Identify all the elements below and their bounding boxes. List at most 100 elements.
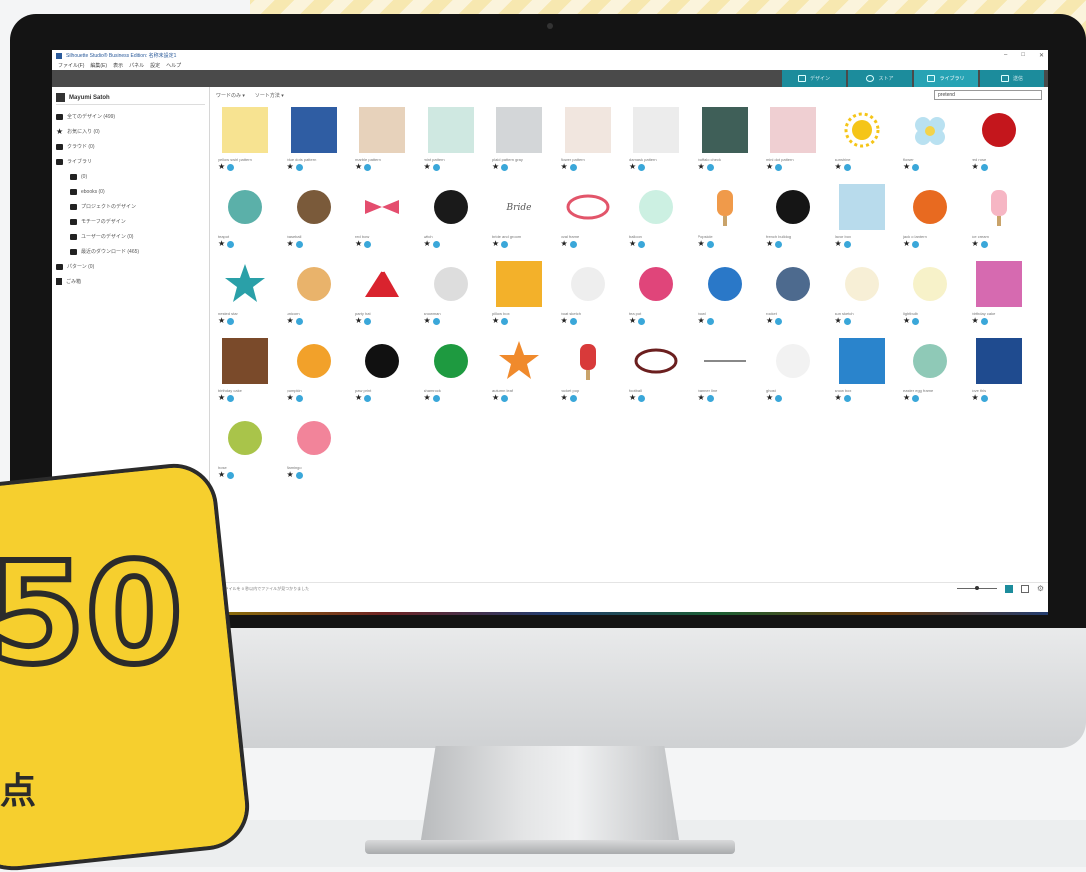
design-thumbnail[interactable] <box>424 259 478 309</box>
design-card[interactable]: pillow box ★ <box>492 259 561 336</box>
design-thumbnail[interactable] <box>355 259 409 309</box>
star-icon[interactable]: ★ <box>218 471 225 479</box>
design-thumbnail[interactable] <box>835 182 889 232</box>
design-thumbnail[interactable] <box>424 105 478 155</box>
view-dropdown[interactable]: ワードのみ ▾ <box>216 92 245 99</box>
design-card[interactable]: birthday cake ★ <box>218 336 287 413</box>
list-view-button[interactable] <box>1020 584 1029 593</box>
design-card[interactable]: mini dot pattern ★ <box>766 105 835 182</box>
star-icon[interactable]: ★ <box>424 240 431 248</box>
design-card[interactable]: blue dots pattern ★ <box>287 105 356 182</box>
sidebar-item[interactable]: ユーザーのデザイン (0) <box>56 229 205 244</box>
menu-edit[interactable]: 編集(E) <box>90 62 107 69</box>
star-icon[interactable]: ★ <box>355 317 362 325</box>
star-icon[interactable]: ★ <box>698 394 705 402</box>
design-card[interactable]: bowl ★ <box>698 259 767 336</box>
design-thumbnail[interactable] <box>903 182 957 232</box>
design-thumbnail[interactable] <box>287 336 341 386</box>
star-icon[interactable]: ★ <box>698 317 705 325</box>
design-card[interactable]: banner line ★ <box>698 336 767 413</box>
design-card[interactable]: damask pattern ★ <box>629 105 698 182</box>
star-icon[interactable]: ★ <box>766 394 773 402</box>
star-icon[interactable]: ★ <box>287 317 294 325</box>
design-thumbnail[interactable] <box>766 259 820 309</box>
grid-view-button[interactable] <box>1004 584 1013 593</box>
star-icon[interactable]: ★ <box>492 240 499 248</box>
design-thumbnail[interactable] <box>766 182 820 232</box>
design-thumbnail[interactable] <box>835 105 889 155</box>
design-thumbnail[interactable] <box>561 182 615 232</box>
star-icon[interactable]: ★ <box>766 240 773 248</box>
tab-send[interactable]: 送信 <box>980 70 1044 87</box>
design-thumbnail[interactable] <box>218 336 272 386</box>
design-thumbnail[interactable] <box>492 105 546 155</box>
sidebar-item[interactable]: モチーフのデザイン <box>56 214 205 229</box>
design-thumbnail[interactable] <box>903 105 957 155</box>
design-thumbnail[interactable] <box>287 259 341 309</box>
design-card[interactable]: sun sketch ★ <box>835 259 904 336</box>
design-card[interactable]: jack o lantern ★ <box>903 182 972 259</box>
star-icon[interactable]: ★ <box>218 394 225 402</box>
star-icon[interactable]: ★ <box>287 163 294 171</box>
sidebar-item[interactable]: プロジェクトのデザイン <box>56 199 205 214</box>
star-icon[interactable]: ★ <box>424 394 431 402</box>
design-card[interactable]: balloon ★ <box>629 182 698 259</box>
design-thumbnail[interactable] <box>835 336 889 386</box>
sidebar-item[interactable]: パターン (0) <box>56 259 205 274</box>
design-card[interactable]: autumn leaf ★ <box>492 336 561 413</box>
tab-store[interactable]: ストア <box>848 70 912 87</box>
design-thumbnail[interactable] <box>698 259 752 309</box>
star-icon[interactable]: ★ <box>629 394 636 402</box>
design-card[interactable]: flower ★ <box>903 105 972 182</box>
zoom-slider[interactable] <box>956 586 997 590</box>
design-thumbnail[interactable] <box>561 336 615 386</box>
design-card[interactable]: yellow swirl pattern ★ <box>218 105 287 182</box>
design-card[interactable]: witch ★ <box>424 182 493 259</box>
design-card[interactable]: pumpkin ★ <box>287 336 356 413</box>
star-icon[interactable]: ★ <box>218 317 225 325</box>
design-thumbnail[interactable] <box>698 182 752 232</box>
star-icon[interactable]: ★ <box>835 317 842 325</box>
design-card[interactable]: shamrock ★ <box>424 336 493 413</box>
design-card[interactable]: marble pattern ★ <box>355 105 424 182</box>
star-icon[interactable]: ★ <box>903 394 910 402</box>
sidebar-item[interactable]: ライブラリ <box>56 154 205 169</box>
design-thumbnail[interactable] <box>424 182 478 232</box>
sidebar-item[interactable]: 最近のダウンロード (465) <box>56 244 205 259</box>
design-thumbnail[interactable] <box>629 105 683 155</box>
design-card[interactable]: love this ★ <box>972 336 1041 413</box>
star-icon[interactable]: ★ <box>835 394 842 402</box>
design-thumbnail[interactable] <box>835 259 889 309</box>
design-card[interactable]: nested star ★ <box>218 259 287 336</box>
star-icon[interactable]: ★ <box>835 163 842 171</box>
menu-file[interactable]: ファイル(F) <box>58 62 84 69</box>
design-card[interactable]: mint pattern ★ <box>424 105 493 182</box>
design-thumbnail[interactable] <box>629 259 683 309</box>
star-icon[interactable]: ★ <box>355 394 362 402</box>
sort-dropdown[interactable]: ソート方法 ▾ <box>255 92 284 99</box>
design-card[interactable]: paw print ★ <box>355 336 424 413</box>
star-icon[interactable]: ★ <box>492 317 499 325</box>
design-card[interactable]: ghost ★ <box>766 336 835 413</box>
star-icon[interactable]: ★ <box>903 163 910 171</box>
star-icon[interactable]: ★ <box>561 317 568 325</box>
design-card[interactable]: plaid pattern gray ★ <box>492 105 561 182</box>
design-card[interactable]: football ★ <box>629 336 698 413</box>
design-thumbnail[interactable] <box>287 182 341 232</box>
star-icon[interactable]: ★ <box>355 240 362 248</box>
design-thumbnail[interactable] <box>903 336 957 386</box>
design-card[interactable]: rocket pop ★ <box>561 336 630 413</box>
user-header[interactable]: Mayumi Satoh <box>56 91 205 105</box>
design-card[interactable]: oval frame ★ <box>561 182 630 259</box>
star-icon[interactable]: ★ <box>972 163 979 171</box>
design-card[interactable]: flamingo ★ <box>287 413 356 490</box>
design-thumbnail[interactable] <box>972 259 1026 309</box>
star-icon[interactable]: ★ <box>766 317 773 325</box>
design-thumbnail[interactable] <box>218 182 272 232</box>
design-thumbnail[interactable] <box>218 105 272 155</box>
tab-design[interactable]: デザイン <box>782 70 846 87</box>
star-icon[interactable]: ★ <box>835 240 842 248</box>
design-card[interactable]: red rose ★ <box>972 105 1041 182</box>
design-card[interactable]: buffalo check ★ <box>698 105 767 182</box>
design-card[interactable]: unicorn ★ <box>287 259 356 336</box>
